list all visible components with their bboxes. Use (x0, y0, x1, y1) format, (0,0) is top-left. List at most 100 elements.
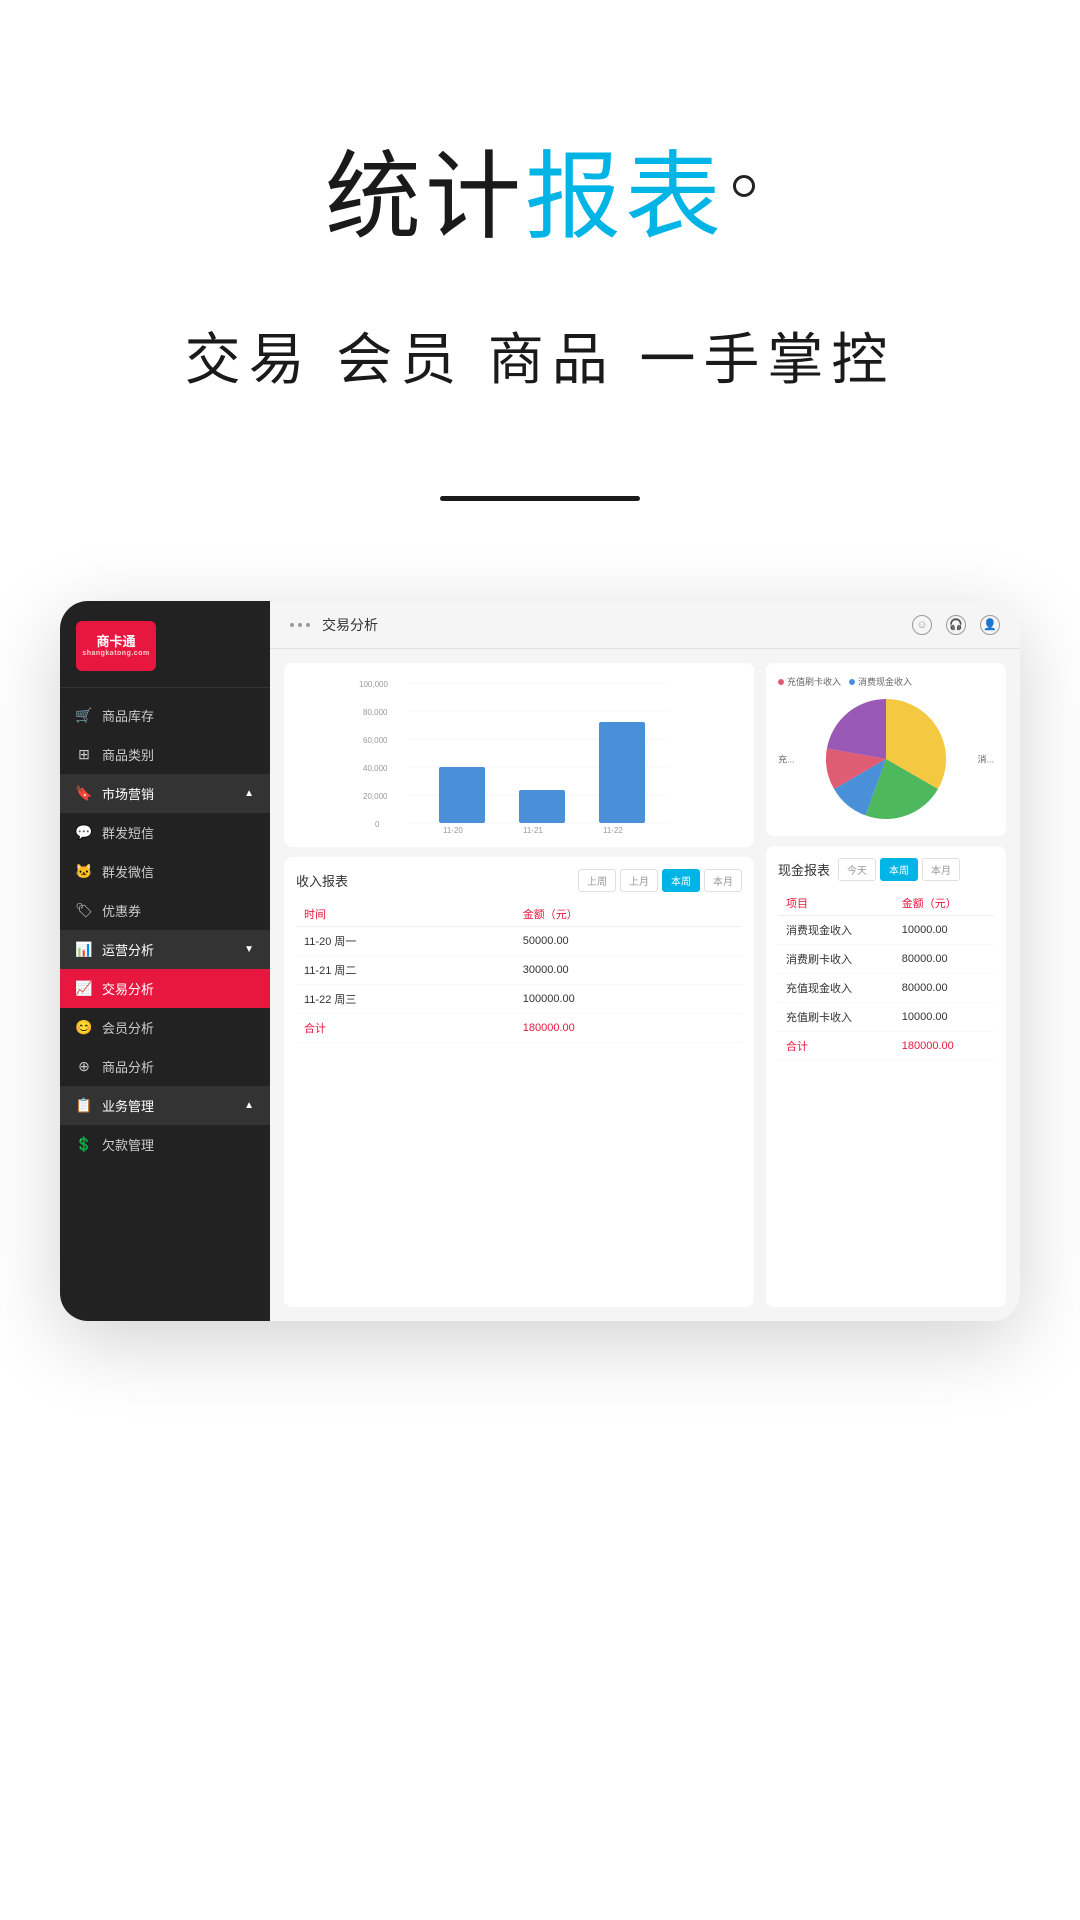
total-label: 合计 (296, 1014, 515, 1043)
svg-text:11-22: 11-22 (603, 826, 623, 835)
sidebar-item-label: 会员分析 (102, 1018, 154, 1037)
sidebar-item-label: 业务管理 (102, 1096, 154, 1115)
bar-chart-card: 100,000 80,000 60,000 40,000 20,000 0 (284, 663, 754, 847)
legend-label-consume: 消费现金收入 (858, 675, 912, 688)
sidebar-item-sms[interactable]: 💬 群发短信 (60, 813, 270, 852)
tab-this-week[interactable]: 本周 (662, 869, 700, 892)
legend-dot-recharge (778, 679, 784, 685)
products-icon: ⊕ (76, 1059, 92, 1075)
main-content: 交易分析 ☺ 🎧 👤 100,000 80,000 60,00 (270, 601, 1020, 1321)
row-amount: 100000.00 (515, 985, 742, 1014)
topbar-dots (290, 623, 310, 627)
emoji-icon[interactable]: ☺ (912, 615, 932, 635)
cash-col-item: 项目 (778, 891, 894, 916)
tab-last-month[interactable]: 上月 (620, 869, 658, 892)
row-amount: 30000.00 (515, 956, 742, 985)
cash-row-item: 充值刷卡收入 (778, 1003, 894, 1032)
cash-row-item: 消费刷卡收入 (778, 945, 894, 974)
user-icon[interactable]: 👤 (980, 615, 1000, 635)
hero-title-part1: 统计 (325, 144, 525, 251)
dot3 (306, 623, 310, 627)
table-row: 充值刷卡收入 10000.00 (778, 1003, 994, 1032)
sidebar-item-business[interactable]: 📋 业务管理 ▲ (60, 1086, 270, 1125)
hero-subtitle: 交易 会员 商品 一手掌控 (0, 315, 1080, 396)
sidebar-menu: 🛒 商品库存 ⊞ 商品类别 🔖 市场营销 ▲ 💬 群发短信 🐱 群发微信 � (60, 688, 270, 1321)
tab-this-month[interactable]: 本月 (704, 869, 742, 892)
sidebar-item-goods-stock[interactable]: 🛒 商品库存 (60, 696, 270, 735)
sidebar-item-operations[interactable]: 📊 运营分析 ▼ (60, 930, 270, 969)
cash-row-amount: 80000.00 (894, 945, 994, 974)
sidebar-item-label: 商品类别 (102, 745, 154, 764)
tab-last-week[interactable]: 上周 (578, 869, 616, 892)
operations-arrow: ▼ (244, 944, 254, 955)
income-col-amount: 金额（元） (515, 902, 742, 927)
bar-chart-area: 100,000 80,000 60,000 40,000 20,000 0 (296, 675, 742, 835)
sidebar-item-label: 商品库存 (102, 706, 154, 725)
cash-total-value: 180000.00 (894, 1032, 994, 1061)
sidebar-item-members[interactable]: 😊 会员分析 (60, 1008, 270, 1047)
cash-table-card: 现金报表 今天 本周 本月 项目 金额（元） (766, 846, 1006, 1307)
sidebar-item-marketing[interactable]: 🔖 市场营销 ▲ (60, 774, 270, 813)
sidebar-item-debt[interactable]: 💲 欠款管理 (60, 1125, 270, 1164)
topbar: 交易分析 ☺ 🎧 👤 (270, 601, 1020, 649)
business-arrow: ▲ (244, 1100, 254, 1111)
members-icon: 😊 (76, 1020, 92, 1036)
sidebar-item-goods-category[interactable]: ⊞ 商品类别 (60, 735, 270, 774)
income-table-header: 收入报表 上周 上月 本周 本月 (296, 869, 742, 892)
goods-category-icon: ⊞ (76, 747, 92, 763)
legend-dot-consume (849, 679, 855, 685)
income-table-tabs: 上周 上月 本周 本月 (578, 869, 742, 892)
hero-title: 统计报表 (0, 140, 1080, 255)
sidebar-item-label: 商品分析 (102, 1057, 154, 1076)
table-row: 充值现金收入 80000.00 (778, 974, 994, 1003)
svg-text:40,000: 40,000 (363, 764, 388, 773)
sidebar-item-coupon[interactable]: 🏷 优惠券 (60, 891, 270, 930)
sidebar-logo: 商卡通 shangkatong.com (60, 601, 270, 688)
sidebar: 商卡通 shangkatong.com 🛒 商品库存 ⊞ 商品类别 🔖 市场营销… (60, 601, 270, 1321)
logo-text: 商卡通 (96, 634, 135, 650)
logo-box: 商卡通 shangkatong.com (76, 621, 156, 671)
cash-row-item: 消费现金收入 (778, 916, 894, 945)
sidebar-item-wechat[interactable]: 🐱 群发微信 (60, 852, 270, 891)
transactions-icon: 📈 (76, 981, 92, 997)
marketing-arrow: ▲ (244, 788, 254, 799)
sms-icon: 💬 (76, 825, 92, 841)
svg-text:60,000: 60,000 (363, 736, 388, 745)
pie-area: 充... (778, 694, 994, 824)
sidebar-item-label: 交易分析 (102, 979, 154, 998)
cash-tab-today[interactable]: 今天 (838, 858, 876, 881)
hero-section: 统计报表 交易 会员 商品 一手掌控 (0, 0, 1080, 501)
hero-divider (440, 496, 640, 501)
left-panel: 100,000 80,000 60,000 40,000 20,000 0 (284, 663, 754, 1307)
pie-chart-card: 充值刷卡收入 消费现金收入 充... (766, 663, 1006, 836)
pie-label-left: 充... (778, 753, 795, 766)
wechat-icon: 🐱 (76, 864, 92, 880)
income-total-row: 合计 180000.00 (296, 1014, 742, 1043)
table-row: 11-22 周三 100000.00 (296, 985, 742, 1014)
topbar-title: 交易分析 (322, 615, 378, 635)
logo-subtext: shangkatong.com (82, 650, 149, 658)
headphone-icon[interactable]: 🎧 (946, 615, 966, 635)
pie-legend: 充值刷卡收入 消费现金收入 (778, 675, 994, 688)
income-table-title: 收入报表 (296, 871, 348, 890)
sidebar-item-label: 运营分析 (102, 940, 154, 959)
legend-label-recharge: 充值刷卡收入 (787, 675, 841, 688)
cash-table-title: 现金报表 (778, 860, 830, 879)
pie-svg (826, 699, 946, 819)
cash-tab-week[interactable]: 本周 (880, 858, 918, 881)
cash-table-header: 现金报表 今天 本周 本月 (778, 858, 994, 881)
legend-item-recharge: 充值刷卡收入 (778, 675, 841, 688)
row-amount: 50000.00 (515, 927, 742, 956)
cash-total-label: 合计 (778, 1032, 894, 1061)
sidebar-item-products[interactable]: ⊕ 商品分析 (60, 1047, 270, 1086)
sidebar-item-label: 优惠券 (102, 901, 141, 920)
table-row: 11-20 周一 50000.00 (296, 927, 742, 956)
cash-tab-month[interactable]: 本月 (922, 858, 960, 881)
dot2 (298, 623, 302, 627)
sidebar-item-label: 欠款管理 (102, 1135, 154, 1154)
svg-text:20,000: 20,000 (363, 792, 388, 801)
income-data-table: 时间 金额（元） 11-20 周一 50000.00 11-21 周二 (296, 902, 742, 1043)
cash-total-row: 合计 180000.00 (778, 1032, 994, 1061)
sidebar-item-transactions[interactable]: 📈 交易分析 (60, 969, 270, 1008)
hero-title-part2: 报表 (525, 144, 725, 251)
